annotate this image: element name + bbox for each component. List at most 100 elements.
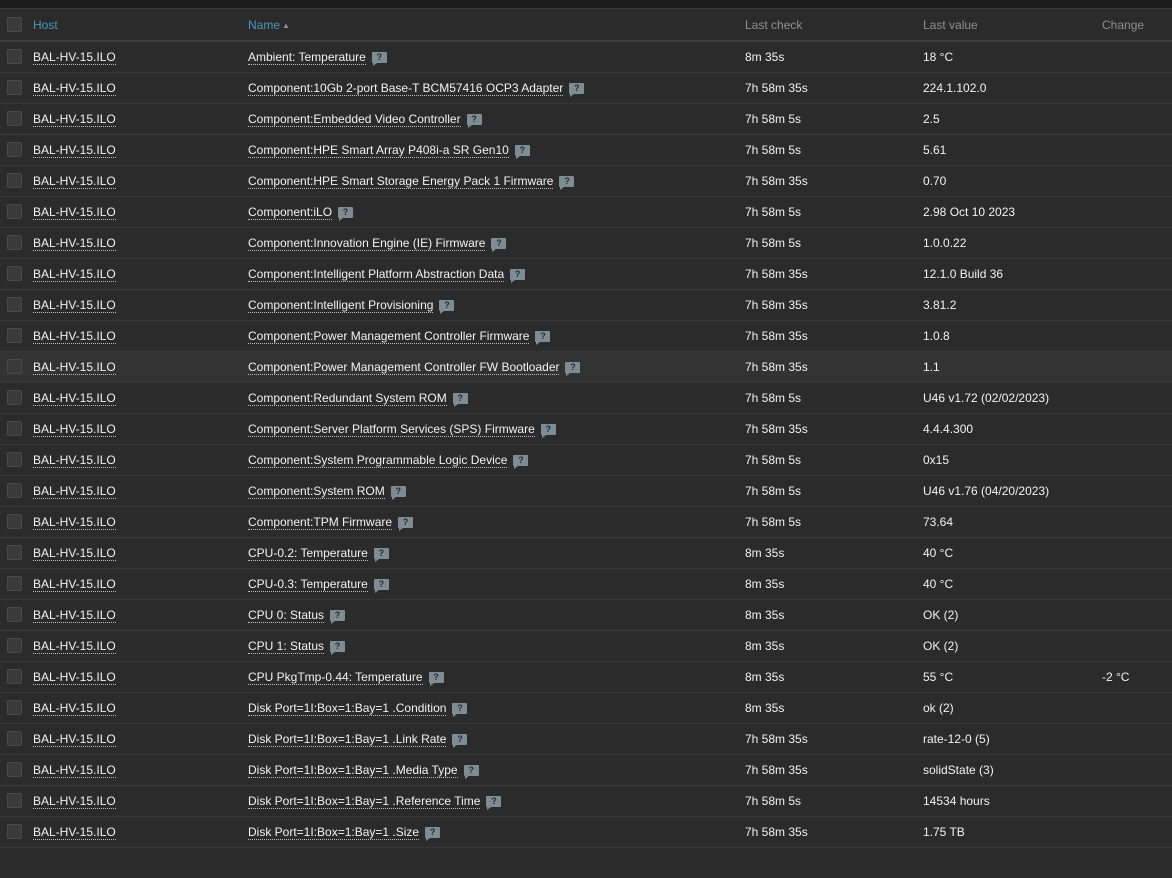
host-link[interactable]: BAL-HV-15.ILO bbox=[33, 235, 116, 251]
row-checkbox[interactable] bbox=[7, 390, 22, 406]
item-name-link[interactable]: Component:Power Management Controller Fi… bbox=[248, 328, 530, 344]
row-checkbox[interactable] bbox=[7, 545, 22, 561]
item-name-link[interactable]: Disk Port=1I:Box=1:Bay=1 .Condition bbox=[248, 700, 447, 716]
item-name-link[interactable]: Component:Redundant System ROM bbox=[248, 390, 447, 406]
row-checkbox[interactable] bbox=[7, 483, 22, 499]
help-icon[interactable]: ? bbox=[463, 764, 479, 779]
row-checkbox[interactable] bbox=[7, 700, 22, 716]
item-name-link[interactable]: Component:System Programmable Logic Devi… bbox=[248, 452, 508, 468]
help-icon[interactable]: ? bbox=[513, 454, 529, 469]
item-name-link[interactable]: Component:System ROM bbox=[248, 483, 385, 499]
host-link[interactable]: BAL-HV-15.ILO bbox=[33, 452, 116, 468]
row-checkbox[interactable] bbox=[7, 142, 22, 158]
row-checkbox[interactable] bbox=[7, 793, 22, 809]
row-checkbox[interactable] bbox=[7, 80, 22, 96]
host-link[interactable]: BAL-HV-15.ILO bbox=[33, 545, 116, 561]
host-link[interactable]: BAL-HV-15.ILO bbox=[33, 390, 116, 406]
help-icon[interactable]: ? bbox=[491, 237, 507, 252]
row-checkbox[interactable] bbox=[7, 762, 22, 778]
item-name-link[interactable]: Component:Embedded Video Controller bbox=[248, 111, 461, 127]
host-link[interactable]: BAL-HV-15.ILO bbox=[33, 824, 116, 840]
row-checkbox[interactable] bbox=[7, 204, 22, 220]
host-link[interactable]: BAL-HV-15.ILO bbox=[33, 731, 116, 747]
item-name-link[interactable]: CPU PkgTmp-0.44: Temperature bbox=[248, 669, 423, 685]
help-icon[interactable]: ? bbox=[338, 206, 354, 221]
item-name-link[interactable]: Component:iLO bbox=[248, 204, 333, 220]
help-icon[interactable]: ? bbox=[439, 299, 455, 314]
host-link[interactable]: BAL-HV-15.ILO bbox=[33, 483, 116, 499]
item-name-link[interactable]: Component:Power Management Controller FW… bbox=[248, 359, 560, 375]
item-name-link[interactable]: Disk Port=1I:Box=1:Bay=1 .Reference Time bbox=[248, 793, 481, 809]
item-name-link[interactable]: Component:Server Platform Services (SPS)… bbox=[248, 421, 535, 437]
item-name-link[interactable]: CPU-0.2: Temperature bbox=[248, 545, 368, 561]
help-icon[interactable]: ? bbox=[510, 268, 526, 283]
host-link[interactable]: BAL-HV-15.ILO bbox=[33, 700, 116, 716]
item-name-link[interactable]: CPU-0.3: Temperature bbox=[248, 576, 368, 592]
row-checkbox[interactable] bbox=[7, 266, 22, 282]
row-checkbox[interactable] bbox=[7, 421, 22, 437]
row-checkbox[interactable] bbox=[7, 235, 22, 251]
item-name-link[interactable]: Component:10Gb 2-port Base-T BCM57416 OC… bbox=[248, 80, 564, 96]
help-icon[interactable]: ? bbox=[452, 733, 468, 748]
item-name-link[interactable]: Component:Innovation Engine (IE) Firmwar… bbox=[248, 235, 486, 251]
help-icon[interactable]: ? bbox=[390, 485, 406, 500]
row-checkbox[interactable] bbox=[7, 297, 22, 313]
row-checkbox[interactable] bbox=[7, 731, 22, 747]
host-link[interactable]: BAL-HV-15.ILO bbox=[33, 669, 116, 685]
host-link[interactable]: BAL-HV-15.ILO bbox=[33, 328, 116, 344]
help-icon[interactable]: ? bbox=[535, 330, 551, 345]
host-link[interactable]: BAL-HV-15.ILO bbox=[33, 638, 116, 654]
help-icon[interactable]: ? bbox=[540, 423, 556, 438]
row-checkbox[interactable] bbox=[7, 514, 22, 530]
help-icon[interactable]: ? bbox=[565, 361, 581, 376]
help-icon[interactable]: ? bbox=[371, 51, 387, 66]
help-icon[interactable]: ? bbox=[452, 702, 468, 717]
host-link[interactable]: BAL-HV-15.ILO bbox=[33, 49, 116, 65]
host-link[interactable]: BAL-HV-15.ILO bbox=[33, 204, 116, 220]
host-column-header[interactable]: Host bbox=[33, 9, 248, 41]
host-link[interactable]: BAL-HV-15.ILO bbox=[33, 576, 116, 592]
item-name-link[interactable]: Disk Port=1I:Box=1:Bay=1 .Size bbox=[248, 824, 420, 840]
row-checkbox[interactable] bbox=[7, 824, 22, 840]
help-icon[interactable]: ? bbox=[428, 671, 444, 686]
item-name-link[interactable]: Ambient: Temperature bbox=[248, 49, 366, 65]
help-icon[interactable]: ? bbox=[330, 609, 346, 624]
help-icon[interactable]: ? bbox=[330, 640, 346, 655]
host-link[interactable]: BAL-HV-15.ILO bbox=[33, 421, 116, 437]
help-icon[interactable]: ? bbox=[486, 795, 502, 810]
host-link[interactable]: BAL-HV-15.ILO bbox=[33, 793, 116, 809]
row-checkbox[interactable] bbox=[7, 328, 22, 344]
host-link[interactable]: BAL-HV-15.ILO bbox=[33, 266, 116, 282]
help-icon[interactable]: ? bbox=[569, 82, 585, 97]
row-checkbox[interactable] bbox=[7, 638, 22, 654]
name-header-label[interactable]: Name bbox=[248, 18, 280, 32]
row-checkbox[interactable] bbox=[7, 607, 22, 623]
host-link[interactable]: BAL-HV-15.ILO bbox=[33, 111, 116, 127]
host-link[interactable]: BAL-HV-15.ILO bbox=[33, 359, 116, 375]
item-name-link[interactable]: Component:Intelligent Provisioning bbox=[248, 297, 434, 313]
help-icon[interactable]: ? bbox=[425, 826, 441, 841]
item-name-link[interactable]: CPU 0: Status bbox=[248, 607, 325, 623]
help-icon[interactable]: ? bbox=[452, 392, 468, 407]
host-header-label[interactable]: Host bbox=[33, 18, 58, 32]
row-checkbox[interactable] bbox=[7, 452, 22, 468]
host-link[interactable]: BAL-HV-15.ILO bbox=[33, 607, 116, 623]
help-icon[interactable]: ? bbox=[466, 113, 482, 128]
item-name-link[interactable]: Component:HPE Smart Array P408i-a SR Gen… bbox=[248, 142, 509, 158]
item-name-link[interactable]: CPU 1: Status bbox=[248, 638, 325, 654]
item-name-link[interactable]: Disk Port=1I:Box=1:Bay=1 .Media Type bbox=[248, 762, 458, 778]
select-all-checkbox[interactable] bbox=[7, 17, 22, 33]
help-icon[interactable]: ? bbox=[373, 547, 389, 562]
host-link[interactable]: BAL-HV-15.ILO bbox=[33, 173, 116, 189]
help-icon[interactable]: ? bbox=[373, 578, 389, 593]
item-name-link[interactable]: Component:Intelligent Platform Abstracti… bbox=[248, 266, 505, 282]
item-name-link[interactable]: Disk Port=1I:Box=1:Bay=1 .Link Rate bbox=[248, 731, 447, 747]
host-link[interactable]: BAL-HV-15.ILO bbox=[33, 514, 116, 530]
item-name-link[interactable]: Component:HPE Smart Storage Energy Pack … bbox=[248, 173, 554, 189]
help-icon[interactable]: ? bbox=[514, 144, 530, 159]
row-checkbox[interactable] bbox=[7, 111, 22, 127]
host-link[interactable]: BAL-HV-15.ILO bbox=[33, 142, 116, 158]
row-checkbox[interactable] bbox=[7, 359, 22, 375]
row-checkbox[interactable] bbox=[7, 669, 22, 685]
row-checkbox[interactable] bbox=[7, 173, 22, 189]
